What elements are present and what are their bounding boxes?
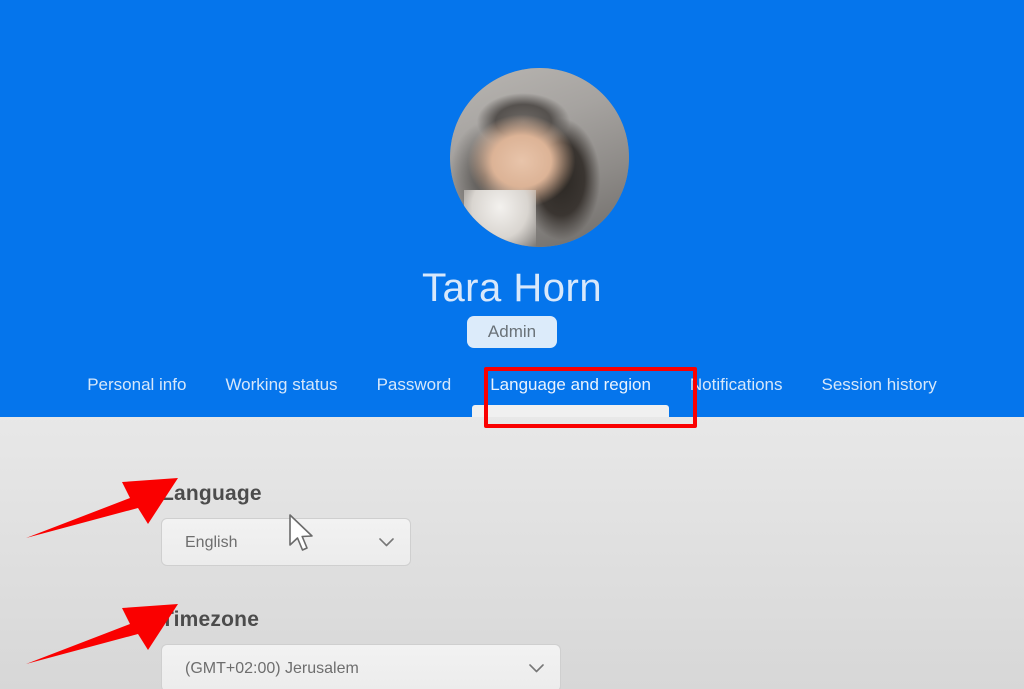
language-label: Language — [161, 482, 262, 505]
status-badge: Admin — [467, 316, 557, 348]
language-select[interactable]: English — [161, 518, 411, 566]
tab-personal-info[interactable]: Personal info — [85, 375, 188, 417]
tab-bar: Personal info Working status Password La… — [0, 375, 1024, 417]
page-title: Tara Horn — [421, 266, 603, 310]
language-select-value: English — [185, 533, 238, 551]
chevron-down-icon — [529, 663, 544, 673]
tab-language-and-region[interactable]: Language and region — [472, 375, 669, 417]
profile-settings-screen: Tara Horn Admin Personal info Working st… — [0, 0, 1024, 689]
tab-notifications[interactable]: Notifications — [688, 375, 785, 417]
avatar-photo — [450, 68, 629, 247]
tab-password[interactable]: Password — [375, 375, 454, 417]
tab-session-history[interactable]: Session history — [820, 375, 939, 417]
tab-working-status[interactable]: Working status — [223, 375, 339, 417]
annotation-arrow-timezone — [26, 602, 178, 668]
language-field: Language English — [161, 481, 411, 566]
timezone-label: Timezone — [161, 608, 260, 631]
chevron-down-icon — [379, 537, 394, 547]
timezone-select-value: (GMT+02:00) Jerusalem — [185, 659, 359, 677]
timezone-select[interactable]: (GMT+02:00) Jerusalem — [161, 644, 561, 689]
avatar[interactable] — [450, 68, 629, 247]
annotation-arrow-language — [26, 476, 178, 542]
timezone-field: Timezone (GMT+02:00) Jerusalem — [161, 607, 561, 689]
profile-header: Tara Horn Admin Personal info Working st… — [0, 0, 1024, 417]
